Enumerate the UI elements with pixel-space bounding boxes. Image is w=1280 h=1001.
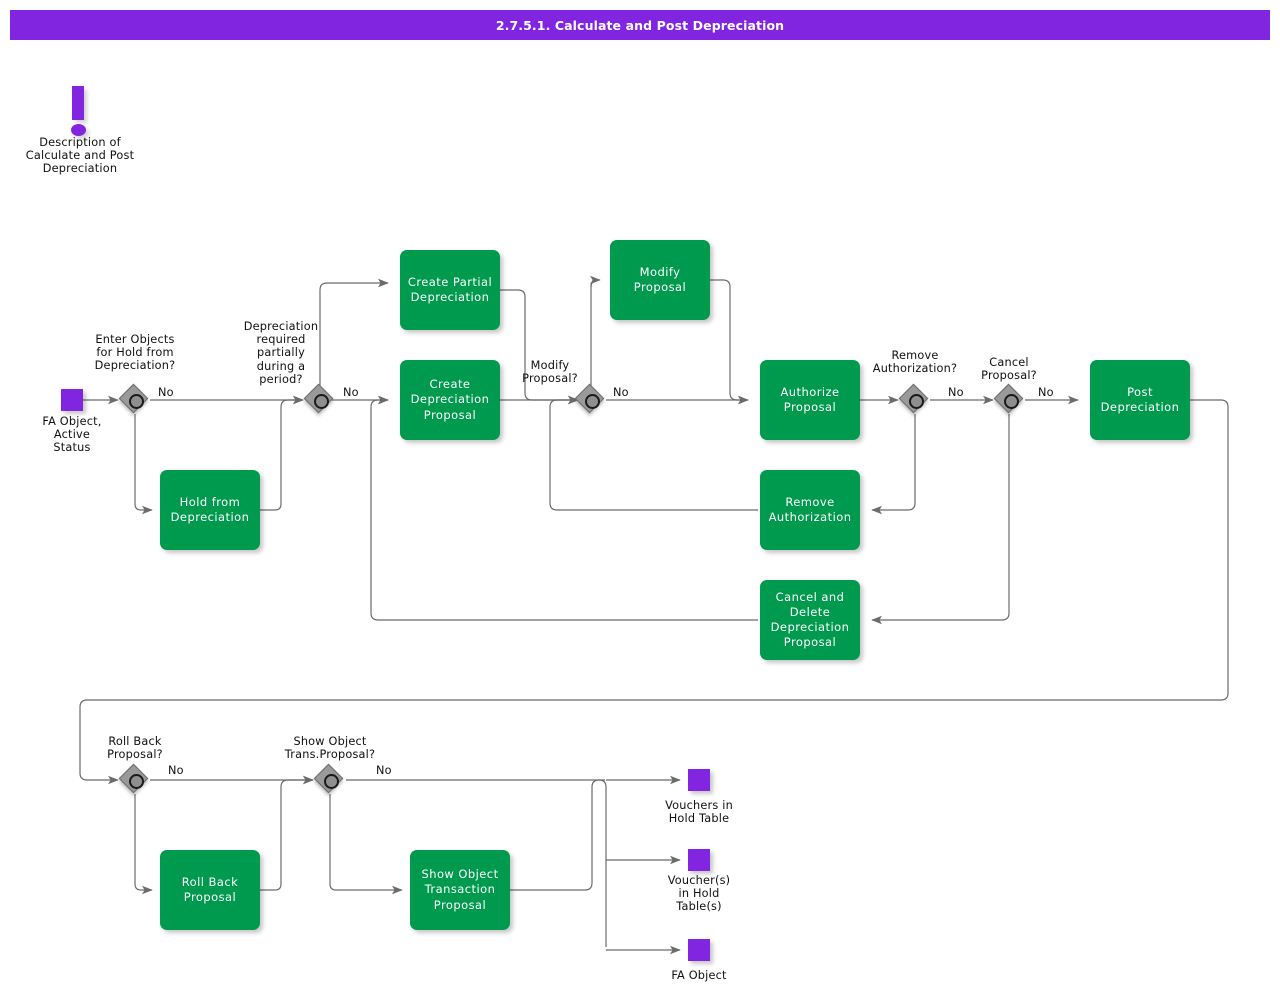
end-event-vouchers-in-hold-table[interactable] — [688, 769, 710, 791]
exclamation-icon — [50, 86, 110, 142]
task-roll-back-proposal[interactable]: Roll Back Proposal — [160, 850, 260, 930]
task-create-depreciation-proposal[interactable]: Create Depreciation Proposal — [400, 360, 500, 440]
gateway-roll-back-proposal[interactable] — [118, 763, 149, 794]
end-event-fa-object[interactable] — [688, 939, 710, 961]
gateway-modify-proposal[interactable] — [574, 383, 605, 414]
gateway-ring-icon — [909, 394, 924, 409]
gateway-label-roll-back-proposal: Roll Back Proposal? — [107, 735, 163, 762]
end-event-label-vouchers-in-hold-table: Vouchers in Hold Table — [665, 799, 733, 826]
gateway-show-object-trans-proposal[interactable] — [313, 763, 344, 794]
task-create-partial-depreciation[interactable]: Create Partial Depreciation — [400, 250, 500, 330]
gateway-label-modify-proposal: Modify Proposal? — [522, 359, 578, 386]
flow-label-g7-no: No — [376, 764, 392, 777]
task-cancel-and-delete-depreciation-proposal[interactable]: Cancel and Delete Depreciation Proposal — [760, 580, 860, 660]
gateway-remove-authorization[interactable] — [898, 383, 929, 414]
task-remove-authorization[interactable]: Remove Authorization — [760, 470, 860, 550]
end-event-label-vouchers-in-hold-tables: Voucher(s) in Hold Table(s) — [667, 874, 731, 914]
task-authorize-proposal[interactable]: Authorize Proposal — [760, 360, 860, 440]
exclamation-dot — [71, 124, 86, 136]
task-hold-from-depreciation[interactable]: Hold from Depreciation — [160, 470, 260, 550]
end-event-label-fa-object: FA Object — [671, 969, 727, 982]
flow-label-g6-no: No — [168, 764, 184, 777]
gateway-label-cancel-proposal: Cancel Proposal? — [981, 356, 1037, 383]
annotation-label: Description of Calculate and Post Deprec… — [25, 136, 135, 176]
gateway-ring-icon — [129, 774, 144, 789]
flow-label-g3-no: No — [613, 386, 629, 399]
flowchart-canvas: 2.7.5.1. Calculate and Post Depreciation — [0, 0, 1280, 1001]
gateway-depreciation-partial[interactable] — [303, 383, 334, 414]
exclamation-bar — [72, 86, 84, 120]
gateway-cancel-proposal[interactable] — [993, 383, 1024, 414]
task-post-depreciation[interactable]: Post Depreciation — [1090, 360, 1190, 440]
flow-label-g1-no: No — [158, 386, 174, 399]
task-modify-proposal[interactable]: Modify Proposal — [610, 240, 710, 320]
start-event-label: FA Object, Active Status — [42, 415, 102, 455]
gateway-ring-icon — [585, 394, 600, 409]
gateway-enter-objects-hold[interactable] — [118, 383, 149, 414]
gateway-label-show-object-trans-proposal: Show Object Trans.Proposal? — [284, 735, 376, 762]
gateway-label-remove-authorization: Remove Authorization? — [872, 349, 958, 376]
task-show-object-transaction-proposal[interactable]: Show Object Transaction Proposal — [410, 850, 510, 930]
start-event-fa-object[interactable] — [61, 389, 83, 411]
gateway-ring-icon — [324, 774, 339, 789]
gateway-label-enter-objects-hold: Enter Objects for Hold from Depreciation… — [94, 333, 176, 373]
end-event-vouchers-in-hold-tables[interactable] — [688, 849, 710, 871]
flow-label-g2-no: No — [343, 386, 359, 399]
flow-label-g5-no: No — [1038, 386, 1054, 399]
page-title: 2.7.5.1. Calculate and Post Depreciation — [10, 10, 1270, 40]
gateway-ring-icon — [1004, 394, 1019, 409]
flow-label-g4-no: No — [948, 386, 964, 399]
gateway-label-depreciation-partial: Depreciation required partially during a… — [243, 320, 319, 386]
gateway-ring-icon — [314, 394, 329, 409]
gateway-ring-icon — [129, 394, 144, 409]
